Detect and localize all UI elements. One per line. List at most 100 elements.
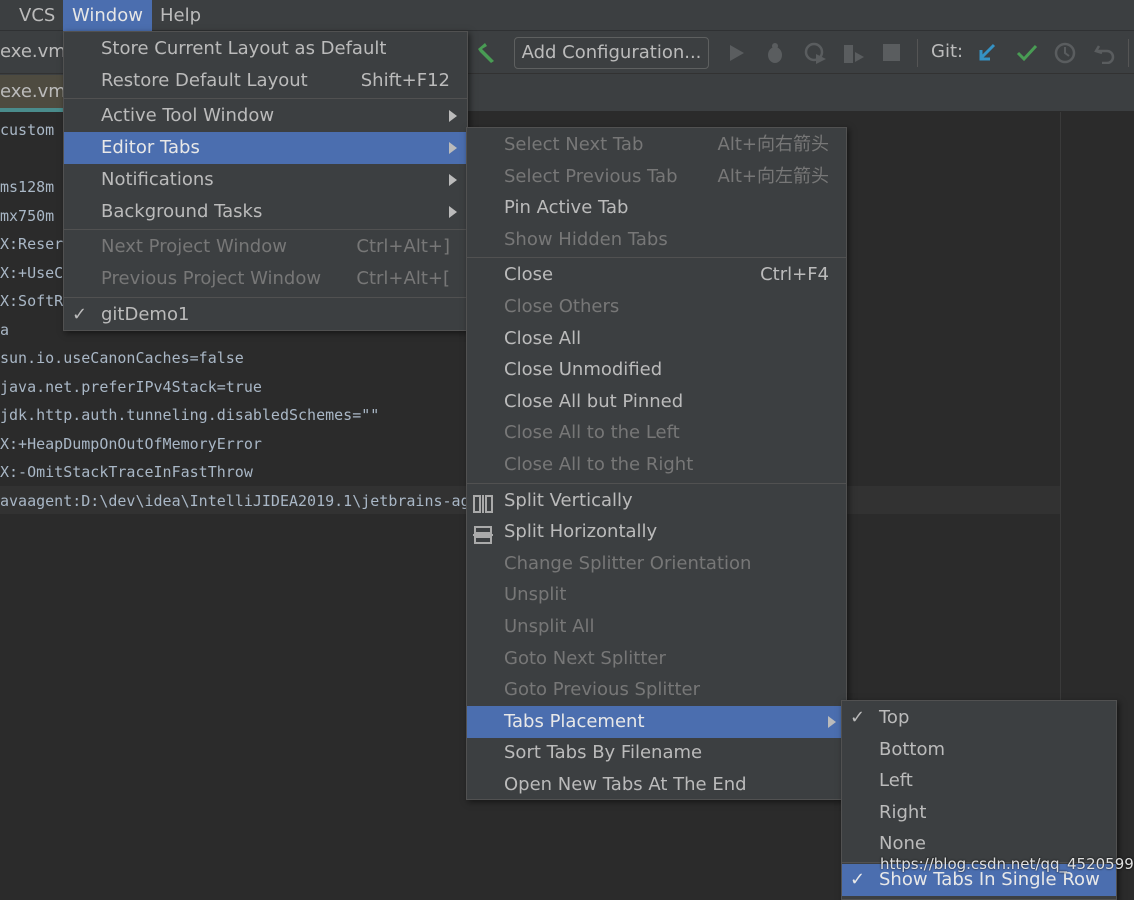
code-line: java.net.preferIPv4Stack=true	[0, 377, 262, 396]
menu-vcs[interactable]: VCS	[10, 0, 64, 31]
menu-separator	[467, 482, 846, 484]
profile-icon[interactable]	[842, 42, 866, 66]
menu-item-label: Close	[504, 264, 554, 286]
menu-item-label: Pin Active Tab	[504, 197, 629, 219]
split-vertically-icon	[473, 492, 493, 513]
menu-item-label: Change Splitter Orientation	[504, 552, 752, 574]
stop-icon[interactable]	[883, 44, 900, 61]
shortcut-label: Ctrl+F4	[760, 264, 829, 286]
menu-item-sort-tabs-by-filename[interactable]: Sort Tabs By Filename	[467, 737, 846, 769]
submenu-arrow-icon	[449, 142, 457, 155]
menu-item-close-all-to-the-left[interactable]: Close All to the Left	[467, 417, 846, 449]
menu-item-goto-previous-splitter[interactable]: Goto Previous Splitter	[467, 674, 846, 706]
menu-item-close-all-to-the-right[interactable]: Close All to the Right	[467, 449, 846, 481]
check-icon: ✓	[72, 303, 88, 325]
menu-item-active-tool-window[interactable]: Active Tool Window	[64, 100, 467, 132]
menu-item-label: Store Current Layout as Default	[101, 38, 387, 59]
submenu-arrow-icon	[449, 110, 457, 123]
shortcut-label: Alt+向右箭头	[717, 134, 829, 155]
shortcut-label: Alt+向左箭头	[717, 165, 829, 187]
code-line: custom	[0, 121, 64, 139]
menu-item-label: Select Previous Tab	[504, 165, 678, 187]
menu-item-pin-active-tab[interactable]: Pin Active Tab	[467, 192, 846, 224]
toolbar-divider	[917, 39, 918, 67]
menu-item-left[interactable]: Left	[842, 765, 1116, 797]
menu-item-label: Close All to the Right	[504, 454, 694, 475]
menu-item-close[interactable]: Close Ctrl+F4	[467, 259, 846, 291]
add-configuration-button[interactable]: Add Configuration...	[514, 37, 709, 69]
code-line: avaagent:D:\dev\idea\IntelliJIDEA2019.1\…	[0, 491, 470, 510]
menu-item-editor-tabs[interactable]: Editor Tabs	[64, 132, 467, 165]
menu-item-unsplit[interactable]: Unsplit	[467, 579, 846, 611]
menu-item-label: Restore Default Layout	[101, 69, 308, 91]
menu-item-next-project-window[interactable]: Next Project Window Ctrl+Alt+]	[64, 231, 467, 263]
menu-item-label: Goto Previous Splitter	[504, 679, 700, 701]
menu-item-label: Close Others	[504, 296, 620, 317]
history-icon[interactable]	[1054, 42, 1076, 64]
menu-item-select-previous-tab[interactable]: Select Previous Tab Alt+向左箭头	[467, 161, 846, 193]
menu-item-bottom[interactable]: Bottom	[842, 734, 1116, 766]
menu-item-previous-project-window[interactable]: Previous Project Window Ctrl+Alt+[	[64, 263, 467, 295]
check-icon: ✓	[850, 869, 866, 890]
menu-item-close-unmodified[interactable]: Close Unmodified	[467, 354, 846, 386]
menu-item-close-others[interactable]: Close Others	[467, 291, 846, 323]
run-icon[interactable]	[728, 43, 746, 63]
menu-item-label: Bottom	[879, 738, 946, 760]
shortcut-label: Shift+F12	[360, 69, 450, 91]
menu-item-label: Select Next Tab	[504, 134, 644, 155]
menu-item-label: Close All but Pinned	[504, 390, 684, 412]
menu-item-label: Split Horizontally	[504, 521, 658, 543]
git-commit-icon[interactable]	[1015, 42, 1039, 64]
menu-item-label: Left	[879, 770, 913, 792]
code-line: ms128m	[0, 178, 55, 196]
menu-help[interactable]: Help	[151, 0, 210, 31]
menu-item-select-next-tab[interactable]: Select Next Tab Alt+向右箭头	[467, 129, 846, 161]
menu-item-unsplit-all[interactable]: Unsplit All	[467, 611, 846, 643]
menu-window[interactable]: Window	[63, 0, 152, 31]
menu-bar: VCS Window Help	[0, 0, 1134, 31]
shortcut-label: Ctrl+Alt+[	[356, 267, 450, 289]
menu-item-label: Top	[879, 707, 910, 728]
menu-item-label: Notifications	[101, 168, 214, 190]
menu-item-show-hidden-tabs[interactable]: Show Hidden Tabs	[467, 224, 846, 256]
menu-item-label: Next Project Window	[101, 236, 287, 258]
split-horizontally-icon	[473, 523, 493, 545]
debug-icon[interactable]	[765, 42, 785, 64]
menu-item-restore-default-layout[interactable]: Restore Default Layout Shift+F12	[64, 65, 467, 97]
rollback-icon[interactable]	[1094, 42, 1116, 64]
menu-item-store-current-layout-as-default[interactable]: Store Current Layout as Default	[64, 33, 467, 65]
code-line: X:SoftRe	[0, 292, 73, 310]
git-update-icon[interactable]	[976, 42, 998, 64]
editor-tabs-submenu: Select Next Tab Alt+向右箭头 Select Previous T…	[466, 127, 847, 800]
code-line: X:Reserv	[0, 235, 73, 253]
menu-separator	[467, 257, 846, 259]
window-menu: Store Current Layout as Default Restore D…	[63, 31, 468, 331]
code-line: a	[0, 320, 10, 339]
menu-item-open-new-tabs-at-the-end[interactable]: Open New Tabs At The End	[467, 769, 846, 801]
menu-separator	[64, 229, 467, 231]
menu-item-split-horizontally[interactable]: Split Horizontally	[467, 516, 846, 548]
menu-item-close-all[interactable]: Close All	[467, 323, 846, 355]
menu-item-label: Show Hidden Tabs	[504, 228, 668, 250]
menu-item-goto-next-splitter[interactable]: Goto Next Splitter	[467, 643, 846, 675]
check-icon: ✓	[850, 707, 866, 728]
build-icon[interactable]	[475, 41, 497, 63]
submenu-arrow-icon	[828, 715, 836, 728]
menu-item-gitdemo1[interactable]: ✓ gitDemo1	[64, 299, 467, 331]
menu-item-right[interactable]: Right	[842, 797, 1116, 829]
code-line: sun.io.useCanonCaches=false	[0, 349, 244, 367]
menu-item-notifications[interactable]: Notifications	[64, 164, 467, 196]
menu-item-label: Active Tool Window	[101, 105, 275, 127]
menu-item-background-tasks[interactable]: Background Tasks	[64, 196, 467, 228]
run-with-coverage-icon[interactable]	[804, 42, 828, 66]
menu-item-label: Open New Tabs At The End	[504, 774, 747, 795]
menu-item-tabs-placement[interactable]: Tabs Placement	[467, 705, 846, 738]
menu-item-top[interactable]: ✓ Top	[842, 702, 1116, 734]
menu-item-split-vertically[interactable]: Split Vertically	[467, 485, 846, 517]
menu-item-change-splitter-orientation[interactable]: Change Splitter Orientation	[467, 548, 846, 580]
watermark: https://blog.csdn.net/qq_45205994	[880, 855, 1134, 873]
editor-tab[interactable]: exe.vmop	[0, 75, 70, 112]
menu-item-close-all-but-pinned[interactable]: Close All but Pinned	[467, 386, 846, 418]
menu-item-label: Close Unmodified	[504, 359, 663, 381]
git-label: Git:	[931, 41, 964, 62]
